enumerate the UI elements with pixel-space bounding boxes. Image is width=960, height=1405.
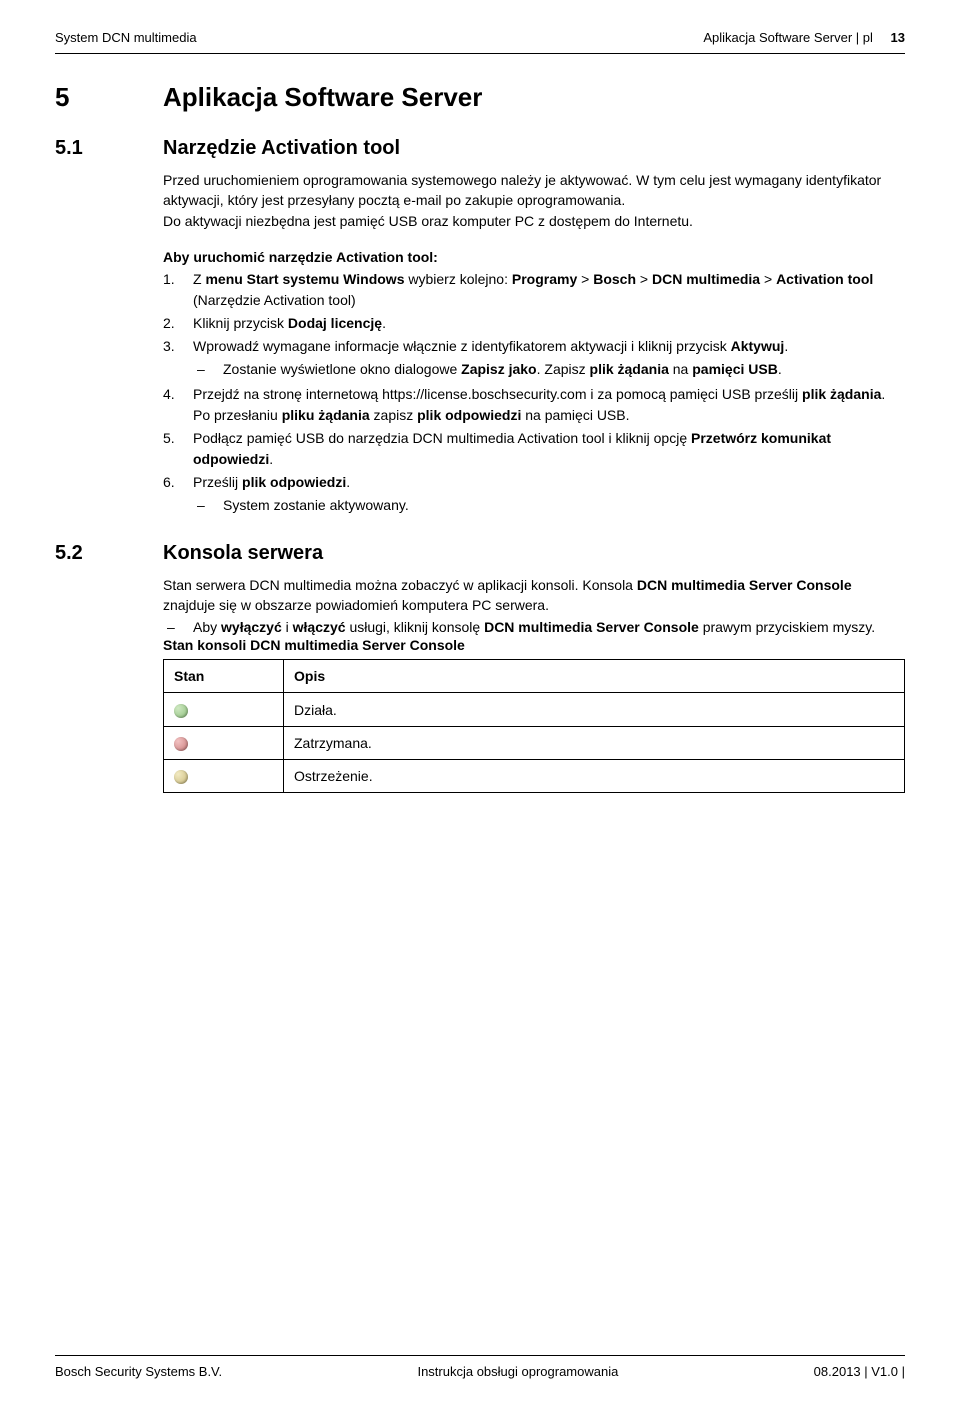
console-paragraph: Stan serwera DCN multimedia można zobacz… [163, 575, 905, 616]
step-1: 1. Z menu Start systemu Windows wybierz … [163, 269, 905, 311]
header-right: Aplikacja Software Server | pl 13 [703, 30, 905, 45]
status-table: Stan Opis Działa. Zatrzymana. Ostrzeżeni… [163, 659, 905, 793]
console-bullet: – Aby wyłączyć i włączyć usługi, kliknij… [163, 619, 905, 635]
th-opis: Opis [284, 660, 905, 693]
table-title: Stan konsoli DCN multimedia Server Conso… [163, 637, 905, 653]
step-4: 4. Przejdź na stronę internetową https:/… [163, 384, 905, 426]
table-row: Zatrzymana. [164, 726, 905, 759]
status-stopped-icon [174, 737, 188, 751]
step-5: 5. Podłącz pamięć USB do narzędzia DCN m… [163, 428, 905, 470]
footer-right: 08.2013 | V1.0 | [814, 1364, 905, 1379]
page-header: System DCN multimedia Aplikacja Software… [55, 30, 905, 54]
th-stan: Stan [164, 660, 284, 693]
section-5-title: Aplikacja Software Server [163, 82, 905, 113]
step-2: 2. Kliknij przycisk Dodaj licencję. [163, 313, 905, 334]
status-running-icon [174, 704, 188, 718]
footer-center: Instrukcja obsługi oprogramowania [417, 1364, 618, 1379]
section-5-1-number: 5.1 [55, 137, 163, 526]
step-6: 6. Prześlij plik odpowiedzi. – System zo… [163, 472, 905, 518]
table-row: Działa. [164, 693, 905, 726]
step-3: 3. Wprowadź wymagane informacje włącznie… [163, 336, 905, 382]
section-5-2-title: Konsola serwera [163, 542, 905, 565]
page-number: 13 [891, 30, 905, 45]
intro-paragraph: Przed uruchomieniem oprogramowania syste… [163, 170, 905, 231]
header-left: System DCN multimedia [55, 30, 197, 45]
step-6-sub: – System zostanie aktywowany. [193, 495, 905, 516]
footer-left: Bosch Security Systems B.V. [55, 1364, 222, 1379]
steps-list: 1. Z menu Start systemu Windows wybierz … [163, 269, 905, 518]
section-5-number: 5 [55, 82, 163, 113]
section-5-2-number: 5.2 [55, 542, 163, 783]
table-row: Ostrzeżenie. [164, 760, 905, 793]
step-3-sub: – Zostanie wyświetlone okno dialogowe Za… [193, 359, 905, 380]
section-5-1-title: Narzędzie Activation tool [163, 137, 905, 160]
page-footer: Bosch Security Systems B.V. Instrukcja o… [55, 1355, 905, 1379]
steps-heading: Aby uruchomić narzędzie Activation tool: [163, 249, 905, 265]
status-warning-icon [174, 770, 188, 784]
